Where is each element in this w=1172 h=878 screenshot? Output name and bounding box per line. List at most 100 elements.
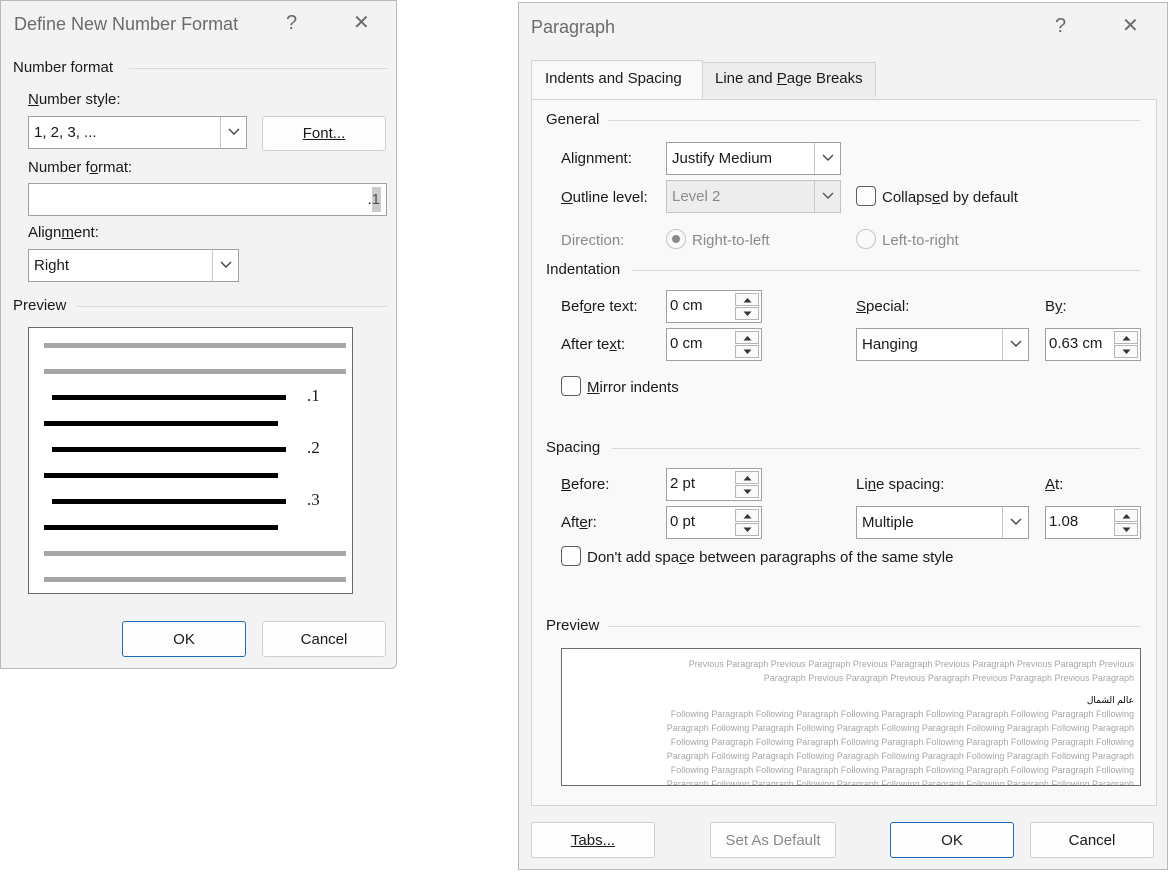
preview-line	[44, 421, 278, 426]
chevron-down-icon[interactable]	[212, 250, 238, 281]
preview-line	[52, 447, 286, 452]
line-spacing-label: Line spacing:	[856, 476, 945, 493]
alignment-label: Alignment:	[28, 224, 99, 241]
tab-line-and-page-breaks[interactable]: Line and Page Breaks	[702, 62, 876, 97]
before-text-spinner[interactable]: 0 cm	[666, 290, 762, 323]
collapsed-by-default-label: Collapsed by default	[882, 189, 1018, 206]
text-caret-highlight	[372, 187, 381, 212]
before-text-label: Before text:	[561, 298, 638, 315]
alignment-dropdown[interactable]: Justify Medium	[666, 142, 841, 175]
spin-down-icon[interactable]	[735, 523, 759, 536]
tab-indents-and-spacing[interactable]: Indents and Spacing	[531, 60, 703, 100]
section-divider	[632, 270, 1140, 271]
at-label: At:	[1045, 476, 1064, 493]
by-label: By:	[1045, 298, 1067, 315]
outline-level-dropdown[interactable]: Level 2	[666, 180, 841, 213]
spin-down-icon[interactable]	[1114, 523, 1138, 536]
spin-up-icon[interactable]	[735, 509, 759, 522]
indentation-section-label: Indentation	[546, 261, 621, 278]
section-divider	[612, 448, 1140, 449]
spin-up-icon[interactable]	[1114, 509, 1138, 522]
line-spacing-dropdown[interactable]: Multiple	[856, 506, 1029, 539]
spinner-buttons	[1114, 509, 1138, 536]
general-section-label: General	[546, 111, 600, 128]
preview-sample-paragraph: عالم الشمال	[1086, 695, 1134, 705]
spin-up-icon[interactable]	[735, 471, 759, 484]
chevron-down-icon[interactable]	[1002, 329, 1028, 360]
before-spinner[interactable]: 2 pt	[666, 468, 762, 501]
section-divider	[77, 306, 387, 307]
preview-section-label: Preview	[13, 297, 67, 314]
preview-following-paragraph: Following Paragraph Following Paragraph …	[666, 709, 1134, 786]
section-divider	[608, 120, 1140, 121]
after-text-value: 0 cm	[670, 335, 703, 352]
dont-add-space-checkbox[interactable]	[561, 546, 581, 566]
before-label: Before:	[561, 476, 610, 493]
after-text-spinner[interactable]: 0 cm	[666, 328, 762, 361]
ok-button[interactable]: OK	[890, 822, 1014, 858]
spacing-section-label: Spacing	[546, 439, 601, 456]
number-format-input[interactable]: .1	[28, 183, 387, 216]
tab-label: Line and Page Breaks	[715, 70, 863, 87]
right-to-left-label: Right-to-left	[692, 232, 770, 249]
mirror-indents-label: Mirror indents	[587, 379, 679, 396]
outline-level-label: Outline level:	[561, 189, 648, 206]
number-style-dropdown[interactable]: 1, 2, 3, ...	[28, 116, 247, 149]
spinner-buttons	[735, 509, 759, 536]
spin-down-icon[interactable]	[735, 485, 759, 498]
number-format-label: Number format:	[28, 159, 133, 176]
left-to-right-radio[interactable]	[856, 229, 876, 249]
preview-number: .2	[307, 438, 320, 457]
by-spinner[interactable]: 0.63 cm	[1045, 328, 1141, 361]
alignment-value: Right	[34, 257, 70, 274]
before-value: 2 pt	[670, 475, 696, 492]
outline-level-value: Level 2	[672, 188, 721, 205]
chevron-down-icon[interactable]	[1002, 507, 1028, 538]
mirror-indents-checkbox[interactable]	[561, 376, 581, 396]
right-to-left-radio[interactable]	[666, 229, 686, 249]
number-style-label: Number style:	[28, 91, 121, 108]
dont-add-space-label: Don't add space between paragraphs of th…	[587, 549, 954, 566]
close-icon[interactable]: ✕	[353, 13, 370, 33]
chevron-down-icon[interactable]	[814, 143, 840, 174]
spin-up-icon[interactable]	[1114, 331, 1138, 344]
ok-button[interactable]: OK	[122, 621, 246, 657]
left-to-right-label: Left-to-right	[882, 232, 959, 249]
after-spinner[interactable]: 0 pt	[666, 506, 762, 539]
after-value: 0 pt	[670, 513, 696, 530]
chevron-down-icon[interactable]	[814, 181, 840, 212]
chevron-down-icon[interactable]	[220, 117, 246, 148]
alignment-value: Justify Medium	[672, 150, 773, 167]
preview-previous-paragraph: Previous Paragraph Previous Paragraph Pr…	[688, 659, 1134, 683]
spin-up-icon[interactable]	[735, 331, 759, 344]
collapsed-by-default-checkbox[interactable]	[856, 186, 876, 206]
help-icon[interactable]: ?	[1055, 16, 1066, 36]
preview-line	[44, 369, 346, 374]
preview-line	[52, 499, 286, 504]
spin-down-icon[interactable]	[1114, 345, 1138, 358]
at-spinner[interactable]: 1.08	[1045, 506, 1141, 539]
set-as-default-button[interactable]: Set As Default	[710, 822, 836, 858]
font-button[interactable]: Font...	[262, 116, 386, 151]
paragraph-preview: Previous Paragraph Previous Paragraph Pr…	[561, 648, 1141, 786]
help-icon[interactable]: ?	[286, 13, 297, 33]
alignment-dropdown[interactable]: Right	[28, 249, 239, 282]
spinner-buttons	[735, 331, 759, 358]
dialog-title: Define New Number Format	[14, 14, 239, 34]
spin-down-icon[interactable]	[735, 307, 759, 320]
preview-line	[44, 525, 278, 530]
tabs-button[interactable]: Tabs...	[531, 822, 655, 858]
spin-up-icon[interactable]	[735, 293, 759, 306]
cancel-button[interactable]: Cancel	[1030, 822, 1154, 858]
after-label: After:	[561, 514, 597, 531]
after-text-label: After text:	[561, 336, 626, 353]
alignment-label: Alignment:	[561, 150, 632, 167]
close-icon[interactable]: ✕	[1122, 16, 1139, 36]
cancel-button[interactable]: Cancel	[262, 621, 386, 657]
define-number-format-dialog: Define New Number Format ? ✕ Number form…	[0, 0, 397, 669]
preview-line	[44, 551, 346, 556]
special-dropdown[interactable]: Hanging	[856, 328, 1029, 361]
spinner-buttons	[1114, 331, 1138, 358]
font-button-label: Font...	[302, 125, 346, 142]
spin-down-icon[interactable]	[735, 345, 759, 358]
